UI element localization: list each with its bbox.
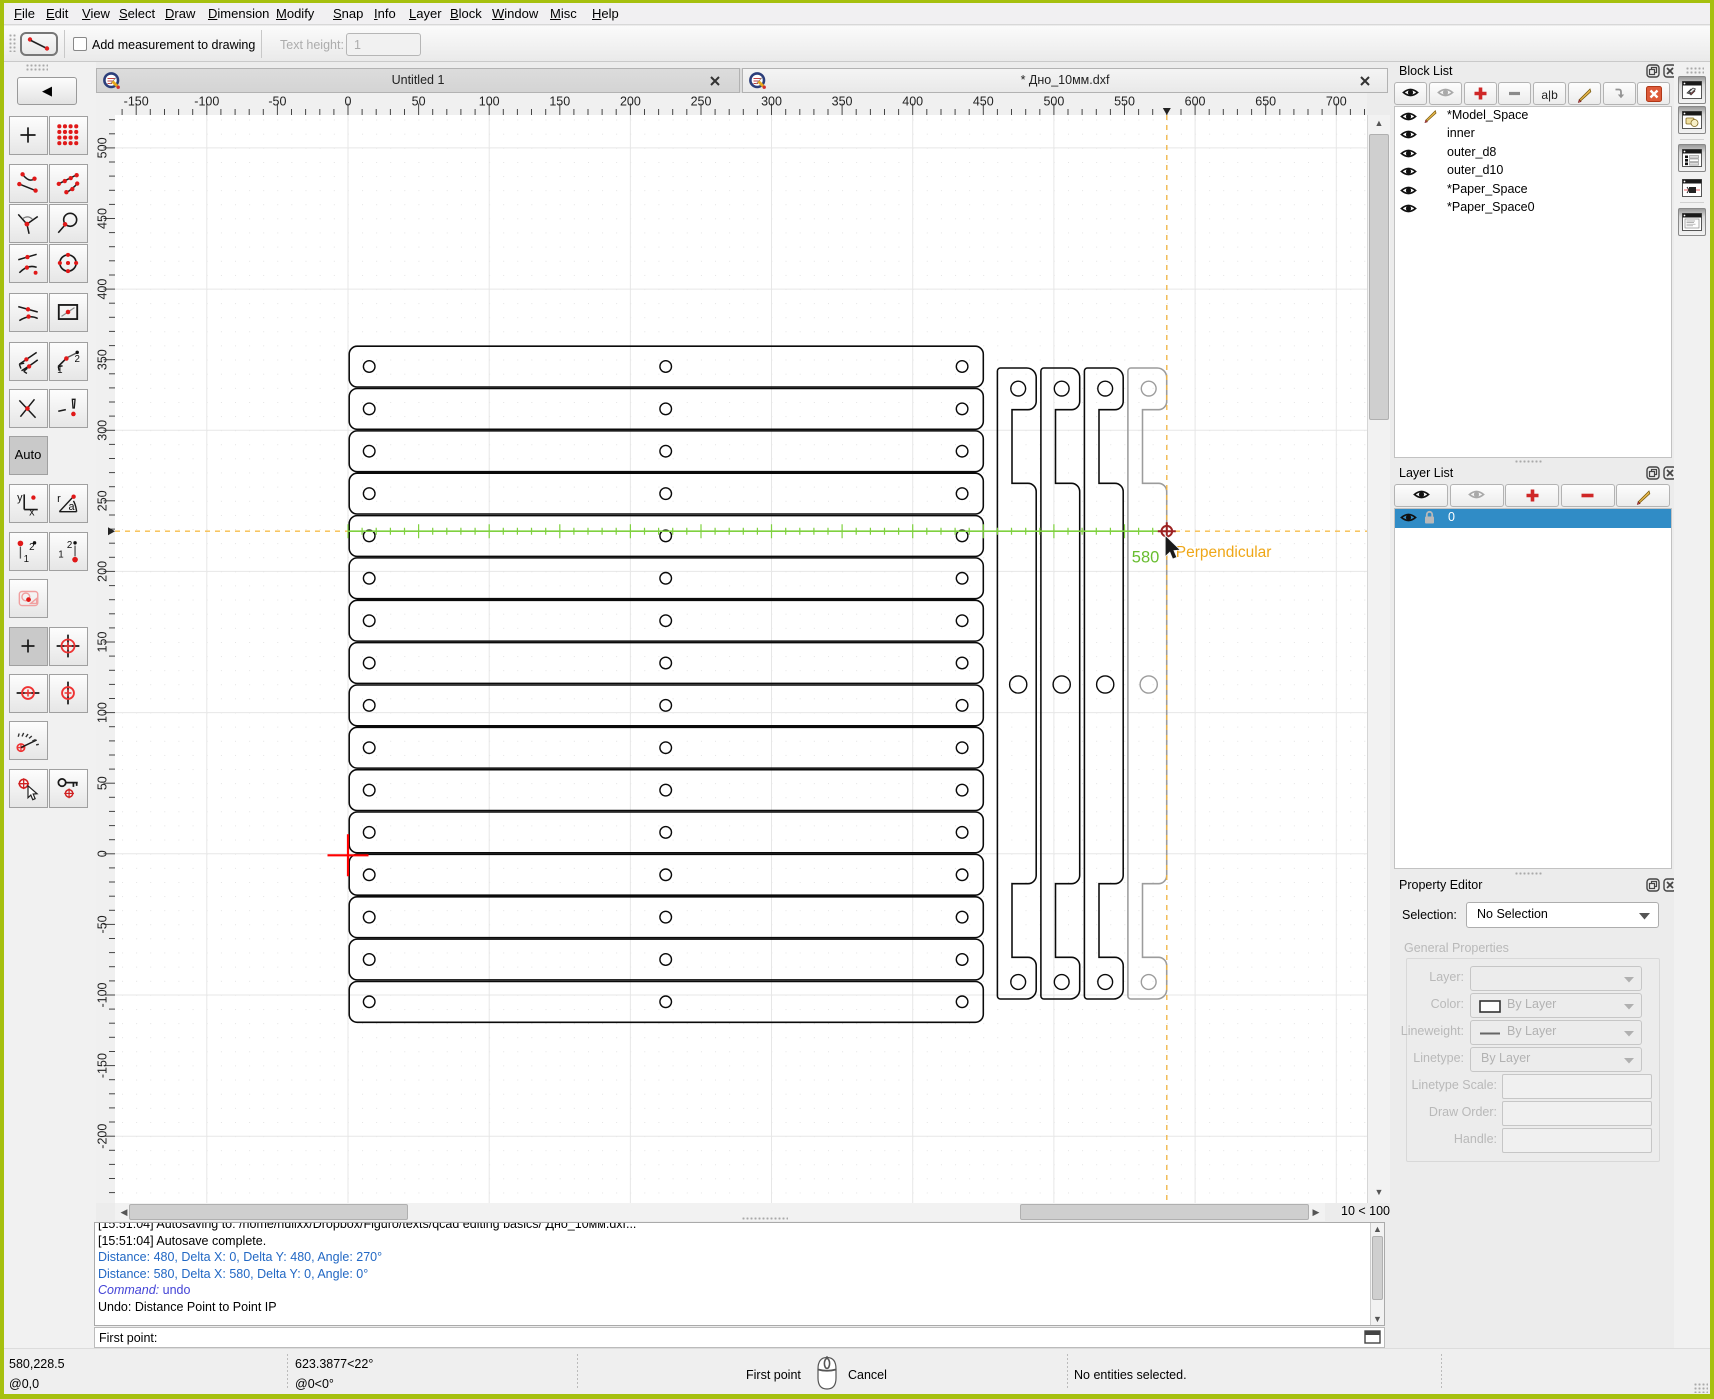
svg-text:350: 350 xyxy=(96,349,110,370)
svg-text:-100: -100 xyxy=(194,95,219,109)
svg-text:y: y xyxy=(17,492,23,504)
svg-text:150: 150 xyxy=(549,95,570,109)
svg-text:450: 450 xyxy=(973,95,994,109)
svg-text:0: 0 xyxy=(345,95,352,109)
svg-text:500: 500 xyxy=(1043,95,1064,109)
svg-text:400: 400 xyxy=(96,279,110,300)
svg-text:-200: -200 xyxy=(96,1124,109,1149)
svg-text:2: 2 xyxy=(29,542,34,553)
svg-text:400: 400 xyxy=(902,95,923,109)
svg-text:500: 500 xyxy=(96,137,110,158)
svg-text:250: 250 xyxy=(691,95,712,109)
svg-text:150: 150 xyxy=(96,632,110,653)
svg-text:1: 1 xyxy=(57,365,62,374)
svg-text:350: 350 xyxy=(832,95,853,109)
svg-text:-50: -50 xyxy=(96,915,110,933)
svg-text:700: 700 xyxy=(1326,95,1347,109)
svg-text:1: 1 xyxy=(24,554,29,564)
svg-text:650: 650 xyxy=(1255,95,1276,109)
svg-text:2: 2 xyxy=(75,354,80,365)
svg-text:-50: -50 xyxy=(268,95,286,109)
svg-text:450: 450 xyxy=(96,208,110,229)
svg-text:Perpendicular: Perpendicular xyxy=(1176,544,1272,561)
svg-text:0: 0 xyxy=(96,850,110,857)
svg-text:2: 2 xyxy=(67,540,72,551)
svg-text:r: r xyxy=(57,493,61,505)
svg-text:300: 300 xyxy=(96,420,110,441)
svg-text:200: 200 xyxy=(96,561,110,582)
svg-text:1: 1 xyxy=(58,550,63,561)
svg-text:580: 580 xyxy=(1132,549,1160,567)
svg-text:-150: -150 xyxy=(96,1053,110,1078)
svg-text:-100: -100 xyxy=(96,982,110,1007)
svg-text:300: 300 xyxy=(761,95,782,109)
svg-text:100: 100 xyxy=(96,702,110,723)
svg-text:250: 250 xyxy=(96,490,110,511)
svg-text:50: 50 xyxy=(96,776,110,790)
svg-text:-150: -150 xyxy=(124,95,149,109)
svg-text:100: 100 xyxy=(479,95,500,109)
svg-text:550: 550 xyxy=(1114,95,1135,109)
svg-text:600: 600 xyxy=(1185,95,1206,109)
svg-text:a: a xyxy=(69,501,76,513)
svg-text:200: 200 xyxy=(620,95,641,109)
svg-text:x: x xyxy=(29,506,35,516)
svg-text:50: 50 xyxy=(412,95,426,109)
